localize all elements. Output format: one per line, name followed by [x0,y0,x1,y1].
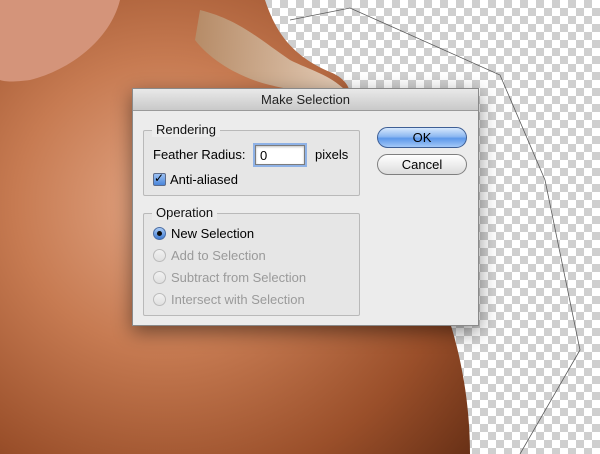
rendering-group: Rendering Feather Radius: pixels Anti-al… [143,122,360,196]
radio-label[interactable]: Intersect with Selection [171,292,305,307]
radio-intersect-with-selection[interactable]: Intersect with Selection [153,292,305,307]
operation-group: Operation New Selection Add to Selection… [143,205,360,316]
anti-aliased-checkbox-row[interactable]: Anti-aliased [153,171,238,187]
dialog-title: Make Selection [133,89,478,111]
make-selection-dialog: Make Selection Rendering Feather Radius:… [132,88,479,326]
radio-button[interactable] [153,249,166,262]
operation-group-label: Operation [152,205,218,220]
radio-button[interactable] [153,271,166,284]
radio-label[interactable]: Add to Selection [171,248,266,263]
feather-radius-input[interactable] [253,143,307,167]
anti-aliased-checkbox[interactable] [153,171,166,186]
radio-label[interactable]: Subtract from Selection [171,270,306,285]
radio-new-selection[interactable]: New Selection [153,226,254,241]
feather-radius-label: Feather Radius: [153,147,246,162]
feather-unit-label: pixels [315,147,349,162]
radio-label[interactable]: New Selection [171,226,254,241]
cancel-button[interactable]: Cancel [377,154,467,175]
radio-add-to-selection[interactable]: Add to Selection [153,248,266,263]
radio-button[interactable] [153,227,166,240]
ok-button[interactable]: OK [377,127,467,148]
radio-subtract-from-selection[interactable]: Subtract from Selection [153,270,306,285]
rendering-group-label: Rendering [152,122,220,137]
anti-aliased-label[interactable]: Anti-aliased [170,172,238,187]
radio-button[interactable] [153,293,166,306]
